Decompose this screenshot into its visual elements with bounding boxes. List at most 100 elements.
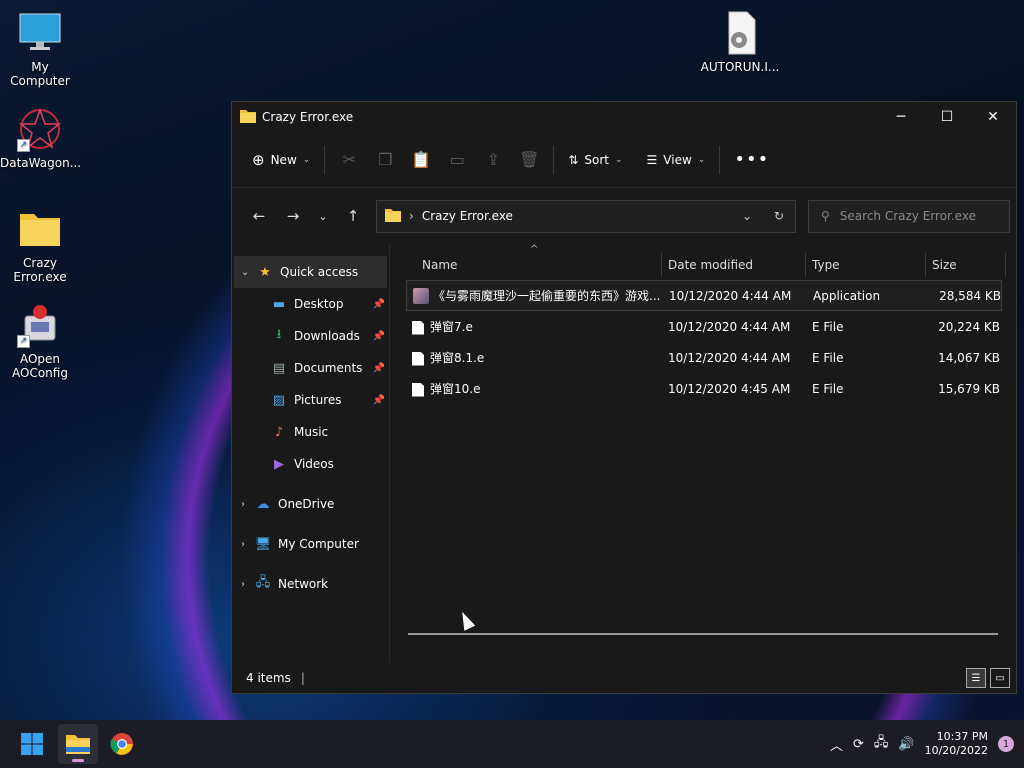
chevron-right-icon[interactable]: › xyxy=(232,539,254,550)
desktop-icon: ▬ xyxy=(272,296,286,312)
desktop-icon-crazy-error[interactable]: Crazy Error.exe xyxy=(0,206,80,284)
share-icon[interactable]: ⇪ xyxy=(475,144,511,176)
table-row[interactable]: 弹窗10.e 10/12/2020 4:45 AM E File 15,679 … xyxy=(406,373,1002,404)
desktop-icon-aopen[interactable]: ↗ AOpen AOConfig xyxy=(0,302,80,380)
pin-icon[interactable]: 📌 xyxy=(373,331,385,342)
new-label: New xyxy=(270,152,297,167)
file-date: 10/12/2020 4:44 AM xyxy=(669,288,792,303)
file-name-cell: 弹窗10.e xyxy=(406,380,662,397)
address-dropdown-icon[interactable]: ⌄ xyxy=(731,209,763,223)
column-header-type[interactable]: Type xyxy=(806,253,926,277)
file-name-cell: 弹窗7.e xyxy=(406,318,662,335)
table-row[interactable]: 弹窗7.e 10/12/2020 4:44 AM E File 20,224 K… xyxy=(406,311,1002,342)
details-view-icon[interactable]: ☰ xyxy=(966,668,986,688)
pictures-icon: ▨ xyxy=(272,392,286,408)
file-type: E File xyxy=(812,381,844,396)
star-icon: ★ xyxy=(259,264,271,280)
sync-icon[interactable]: ⟳ xyxy=(853,737,864,752)
desktop-icon-label: DataWagon... xyxy=(0,156,82,170)
nav-music[interactable]: ♪ Music xyxy=(232,416,389,448)
chevron-right-icon[interactable]: › xyxy=(232,499,254,510)
network-icon[interactable]: 🖧 xyxy=(874,733,889,755)
cut-icon[interactable]: ✂ xyxy=(331,144,367,176)
close-button[interactable]: ✕ xyxy=(970,102,1016,132)
nav-label: OneDrive xyxy=(278,497,335,511)
file-explorer-taskbar-button[interactable] xyxy=(58,724,98,764)
new-button[interactable]: ⊕ New ⌄ xyxy=(244,144,318,176)
chevron-down-icon[interactable]: ⌄ xyxy=(234,267,256,278)
desktop-icon-autorun[interactable]: AUTORUN.I... xyxy=(700,10,780,74)
table-row[interactable]: 《与雾雨魔理沙一起偷重要的东西》游戏... 10/12/2020 4:44 AM… xyxy=(406,280,1002,311)
nav-pictures[interactable]: ▨ Pictures 📌 xyxy=(232,384,389,416)
clock-date: 10/20/2022 xyxy=(924,744,988,757)
desktop-icon-datawagon[interactable]: ↗ DataWagon... xyxy=(0,106,82,170)
horizontal-scrollbar[interactable] xyxy=(408,633,998,635)
nav-label: Videos xyxy=(294,457,334,471)
file-explorer-window: Crazy Error.exe ─ ☐ ✕ ⊕ New ⌄ ✂ ❐ 📋 ▭ ⇪ … xyxy=(231,101,1017,694)
notification-badge[interactable]: 1 xyxy=(998,736,1014,752)
breadcrumb[interactable]: Crazy Error.exe xyxy=(422,209,513,223)
video-icon: ▶ xyxy=(274,456,284,472)
view-button[interactable]: ☰ View ⌄ xyxy=(639,144,714,176)
datawagon-icon: ↗ xyxy=(17,106,63,152)
nav-network[interactable]: › 🖧 Network xyxy=(232,568,389,600)
file-list: ^ Name Date modified Type Size 《与雾雨魔理沙一起… xyxy=(390,244,1016,663)
table-row[interactable]: 弹窗8.1.e 10/12/2020 4:44 AM E File 14,067… xyxy=(406,342,1002,373)
column-label: Name xyxy=(422,258,458,272)
forward-button[interactable]: → xyxy=(276,200,310,232)
column-header-name[interactable]: Name xyxy=(390,253,662,277)
nav-my-computer[interactable]: › 🖥 My Computer xyxy=(232,528,389,560)
search-input[interactable]: Search Crazy Error.exe xyxy=(840,209,976,223)
delete-icon[interactable]: 🗑 xyxy=(511,144,547,176)
desktop-icon-label: Crazy Error.exe xyxy=(13,256,67,284)
pin-icon[interactable]: 📌 xyxy=(373,299,385,310)
status-bar: 4 items | ☰ ▭ xyxy=(232,663,1016,693)
file-size: 28,584 KB xyxy=(939,288,1001,303)
toolbar-divider xyxy=(324,145,326,174)
nav-quick-access[interactable]: ⌄ ★ Quick access xyxy=(234,256,387,288)
folder-icon xyxy=(240,109,256,126)
recent-locations-button[interactable]: ⌄ xyxy=(310,200,336,232)
view-list-icon: ☰ xyxy=(646,152,658,167)
volume-icon[interactable]: 🔊 xyxy=(898,737,914,752)
nav-label: Downloads xyxy=(294,329,360,343)
rename-icon[interactable]: ▭ xyxy=(439,144,475,176)
column-header-date[interactable]: Date modified xyxy=(662,253,806,277)
minimize-button[interactable]: ─ xyxy=(878,102,924,132)
file-icon xyxy=(412,351,424,366)
start-button[interactable] xyxy=(12,724,52,764)
refresh-icon[interactable]: ↻ xyxy=(763,209,795,223)
sort-button[interactable]: ⇅ Sort ⌄ xyxy=(560,144,630,176)
nav-documents[interactable]: ▤ Documents 📌 xyxy=(232,352,389,384)
address-bar[interactable]: › Crazy Error.exe ⌄ ↻ xyxy=(376,199,796,233)
pin-icon[interactable]: 📌 xyxy=(373,363,385,374)
title-bar[interactable]: Crazy Error.exe ─ ☐ ✕ xyxy=(232,102,1016,132)
nav-label: Network xyxy=(278,577,329,591)
chevron-up-icon[interactable]: ︿ xyxy=(830,735,843,754)
desktop-icon-label: My Computer xyxy=(10,60,70,88)
column-header-size[interactable]: Size xyxy=(926,253,1006,277)
copy-icon[interactable]: ❐ xyxy=(367,144,403,176)
nav-videos[interactable]: ▶ Videos xyxy=(232,448,389,480)
nav-desktop[interactable]: ▬ Desktop 📌 xyxy=(232,288,389,320)
chevron-right-icon[interactable]: › xyxy=(232,579,254,590)
chrome-taskbar-button[interactable] xyxy=(102,724,142,764)
search-box[interactable]: ⚲ Search Crazy Error.exe xyxy=(808,199,1010,233)
file-size: 14,067 KB xyxy=(938,350,1000,365)
pin-icon[interactable]: 📌 xyxy=(373,395,385,406)
paste-icon[interactable]: 📋 xyxy=(403,144,439,176)
up-button[interactable]: ↑ xyxy=(336,200,370,232)
nav-label: Pictures xyxy=(294,393,342,407)
back-button[interactable]: ← xyxy=(242,200,276,232)
file-name-cell: 《与雾雨魔理沙一起偷重要的东西》游戏... xyxy=(407,287,663,305)
file-name: 弹窗7.e xyxy=(430,320,473,334)
desktop-icon-my-computer[interactable]: My Computer xyxy=(0,10,80,88)
more-options-button[interactable]: ••• xyxy=(726,144,777,176)
nav-onedrive[interactable]: › ☁ OneDrive xyxy=(232,488,389,520)
application-icon xyxy=(413,288,429,305)
maximize-button[interactable]: ☐ xyxy=(924,102,970,132)
folder-icon xyxy=(66,735,90,754)
tiles-view-icon[interactable]: ▭ xyxy=(990,668,1010,688)
nav-downloads[interactable]: ⭳ Downloads 📌 xyxy=(232,320,389,352)
clock[interactable]: 10:37 PM 10/20/2022 xyxy=(925,730,988,758)
